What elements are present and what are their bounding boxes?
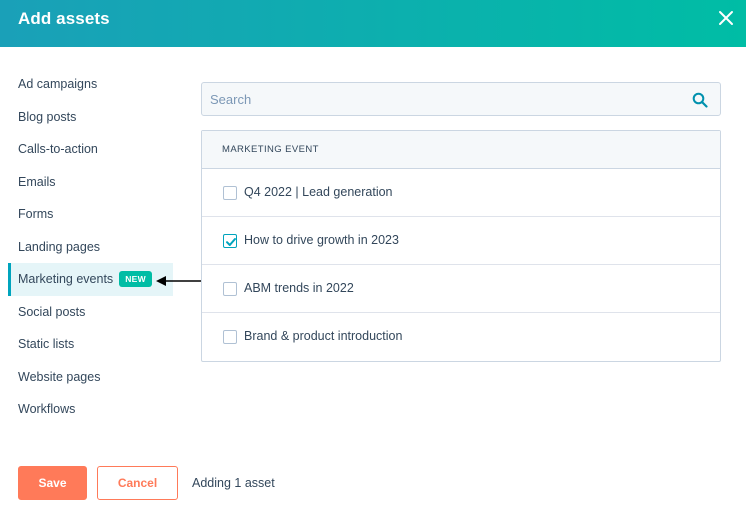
sidebar-item-emails[interactable]: Emails <box>0 166 180 199</box>
search-icon[interactable] <box>692 92 708 108</box>
row-label: Q4 2022 | Lead generation <box>244 185 393 199</box>
sidebar-item-marketing-events[interactable]: Marketing events NEW <box>8 263 173 296</box>
new-badge: NEW <box>119 270 152 287</box>
sidebar-item-social-posts[interactable]: Social posts <box>0 296 180 329</box>
sidebar-item-label: Marketing events <box>18 272 114 286</box>
row-label: Brand & product introduction <box>244 329 403 343</box>
search-input[interactable] <box>210 83 680 115</box>
marketing-events-table: MARKETING EVENT Q4 2022 | Lead generatio… <box>201 130 721 362</box>
modal-title: Add assets <box>18 9 110 28</box>
sidebar-item-label: Emails <box>18 174 56 189</box>
checkmark-icon <box>226 238 236 246</box>
sidebar-item-workflows[interactable]: Workflows <box>0 393 180 426</box>
row-checkbox[interactable] <box>223 282 237 296</box>
row-checkbox[interactable] <box>223 186 237 200</box>
sidebar-item-label: Forms <box>18 207 54 221</box>
selection-status: Adding 1 asset <box>192 476 275 490</box>
row-label: How to drive growth in 2023 <box>244 233 399 247</box>
sidebar-item-landing-pages[interactable]: Landing pages <box>0 231 180 264</box>
sidebar-item-website-pages[interactable]: Website pages <box>0 361 180 394</box>
table-row[interactable]: Q4 2022 | Lead generation <box>202 169 720 217</box>
table-row[interactable]: ABM trends in 2022 <box>202 265 720 313</box>
table-row[interactable]: How to drive growth in 2023 <box>202 217 720 265</box>
sidebar-item-ad-campaigns[interactable]: Ad campaigns <box>0 68 180 101</box>
table-header: MARKETING EVENT <box>202 131 720 169</box>
sidebar-item-label: Landing pages <box>18 239 101 254</box>
asset-type-sidebar: Ad campaigns Blog posts Calls-to-action … <box>0 68 180 426</box>
sidebar-item-forms[interactable]: Forms <box>0 198 180 231</box>
modal-header: Add assets <box>0 0 746 47</box>
cancel-button[interactable]: Cancel <box>97 466 178 500</box>
sidebar-item-label: Website pages <box>18 369 101 384</box>
row-checkbox[interactable] <box>223 234 237 248</box>
arrow-left-icon <box>156 274 202 286</box>
table-row[interactable]: Brand & product introduction <box>202 313 720 361</box>
sidebar-item-blog-posts[interactable]: Blog posts <box>0 101 180 134</box>
search-box <box>201 82 721 116</box>
row-label: ABM trends in 2022 <box>244 281 354 295</box>
close-icon[interactable] <box>715 7 737 29</box>
row-checkbox[interactable] <box>223 330 237 344</box>
sidebar-item-calls-to-action[interactable]: Calls-to-action <box>0 133 180 166</box>
sidebar-item-static-lists[interactable]: Static lists <box>0 328 180 361</box>
save-button[interactable]: Save <box>18 466 87 500</box>
sidebar-item-label: Ad campaigns <box>18 77 98 91</box>
sidebar-item-label: Calls-to-action <box>18 142 98 156</box>
sidebar-item-label: Social posts <box>18 304 86 319</box>
sidebar-item-label: Static lists <box>18 337 75 351</box>
sidebar-item-label: Workflows <box>18 402 76 416</box>
sidebar-item-label: Blog posts <box>18 109 77 124</box>
